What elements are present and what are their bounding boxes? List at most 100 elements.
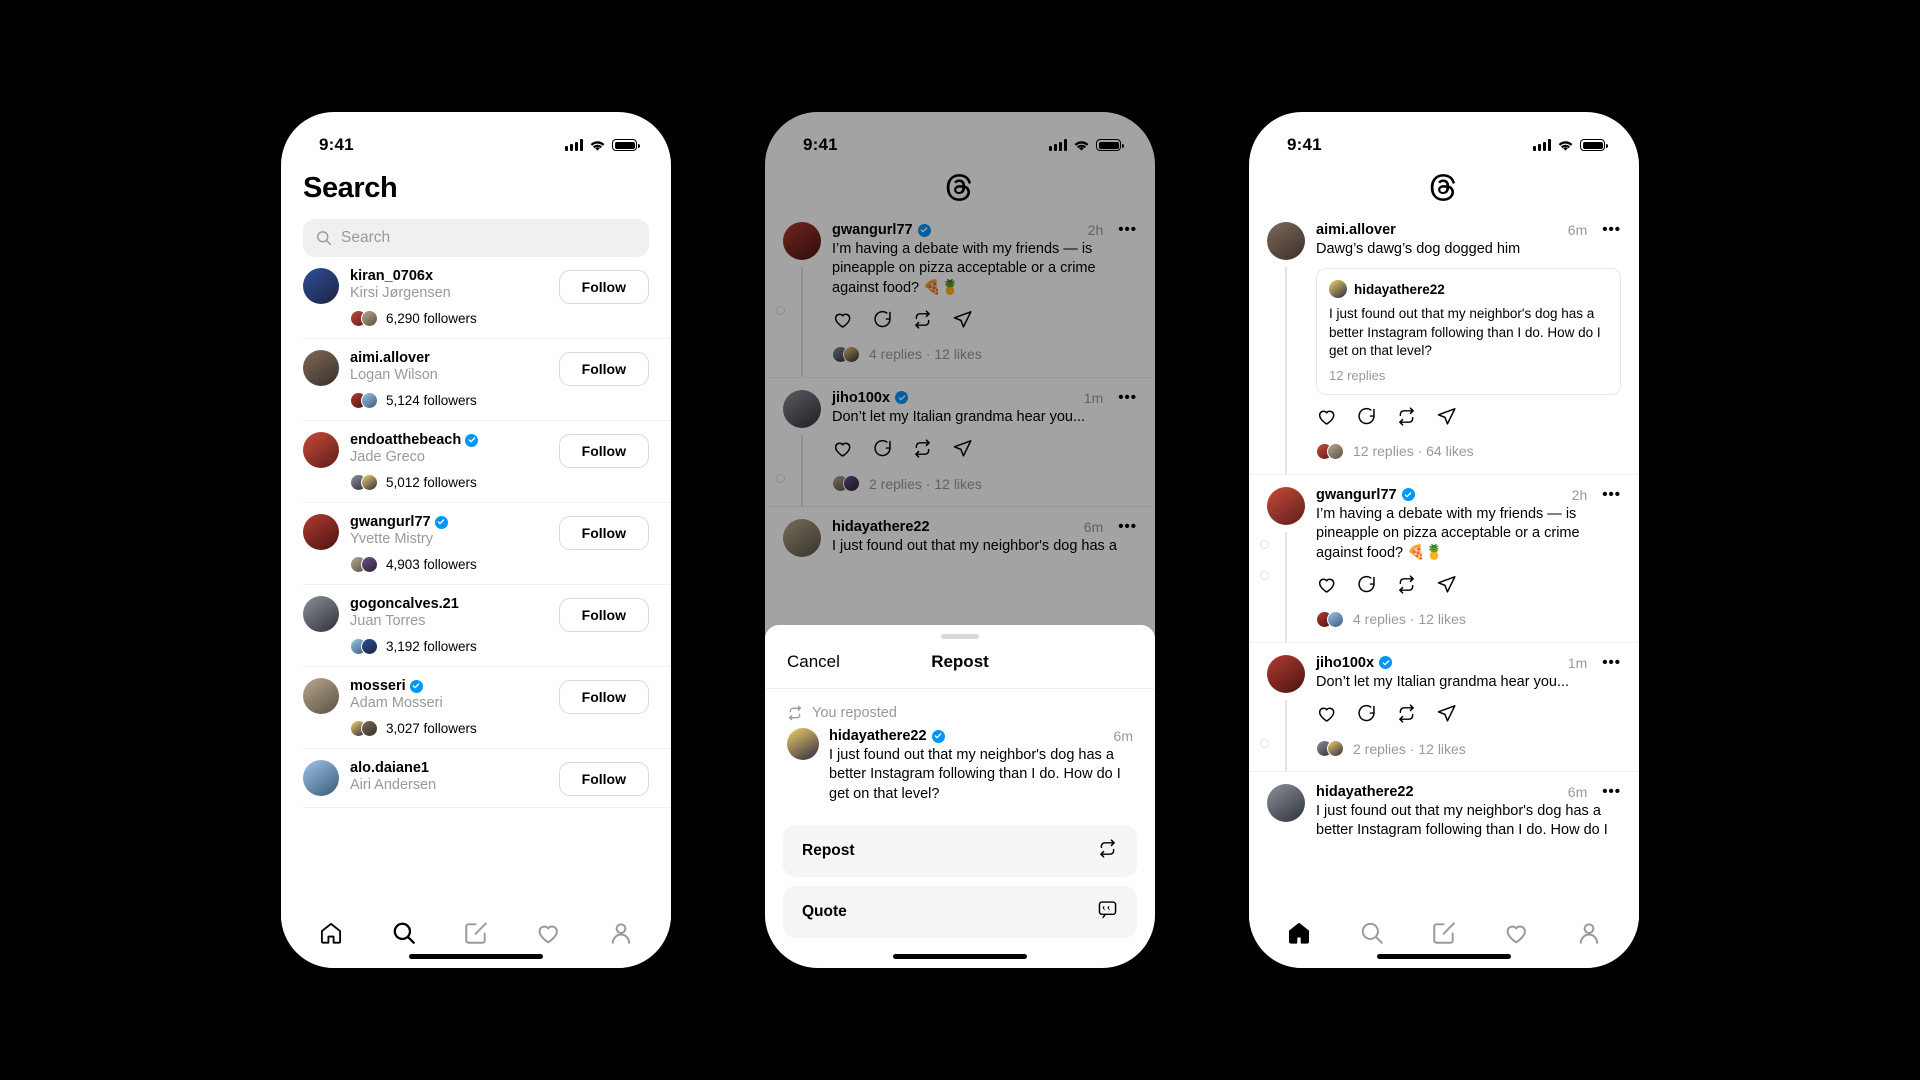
- post-username[interactable]: hidayathere22: [1316, 784, 1414, 800]
- avatar[interactable]: [303, 596, 339, 632]
- post-username[interactable]: jiho100x: [1316, 655, 1374, 671]
- avatar[interactable]: [1267, 486, 1305, 525]
- user-result-row[interactable]: mosseri Adam Mosseri 3,027 followers Fol…: [303, 667, 671, 749]
- search-icon[interactable]: [1359, 922, 1385, 950]
- share-icon[interactable]: [1436, 703, 1457, 729]
- feed-post[interactable]: jiho100x 1m ••• Don’t let my Italian gra…: [1249, 641, 1639, 772]
- feed-post[interactable]: aimi.allover 6m ••• Dawg’s dawg’s dog do…: [1249, 210, 1639, 549]
- like-icon[interactable]: [1316, 574, 1337, 600]
- like-icon[interactable]: [832, 438, 853, 464]
- user-username[interactable]: gogoncalves.21: [350, 596, 548, 612]
- post-username[interactable]: gwangurl77: [1316, 487, 1397, 503]
- sidebar-item-activity[interactable]: [1503, 920, 1529, 951]
- avatar[interactable]: [1267, 222, 1305, 260]
- avatar[interactable]: [303, 432, 339, 468]
- more-options-icon[interactable]: •••: [1108, 390, 1137, 405]
- sidebar-item-search[interactable]: [1359, 920, 1385, 951]
- post-actions[interactable]: [832, 438, 1137, 464]
- like-icon[interactable]: [832, 309, 853, 335]
- cancel-button[interactable]: Cancel: [787, 652, 840, 672]
- tab-bar[interactable]: [1249, 910, 1639, 968]
- follow-button[interactable]: Follow: [558, 434, 649, 468]
- sidebar-item-activity[interactable]: [535, 920, 561, 951]
- repost-icon[interactable]: [912, 309, 933, 335]
- quoted-post[interactable]: hidayathere22 I just found out that my n…: [1316, 268, 1621, 395]
- home-icon[interactable]: [318, 922, 344, 950]
- sidebar-item-compose[interactable]: [1431, 920, 1457, 951]
- user-results-list[interactable]: kiran_0706x Kirsi Jørgensen 6,290 follow…: [281, 257, 671, 910]
- user-result-row[interactable]: kiran_0706x Kirsi Jørgensen 6,290 follow…: [303, 257, 671, 339]
- post-meta[interactable]: 4 replies · 12 likes: [1316, 610, 1621, 639]
- more-options-icon[interactable]: •••: [1592, 655, 1621, 670]
- follow-button[interactable]: Follow: [558, 598, 649, 632]
- avatar[interactable]: [783, 222, 821, 260]
- post-username[interactable]: gwangurl77: [832, 222, 913, 238]
- more-options-icon[interactable]: •••: [1108, 519, 1137, 534]
- home-icon[interactable]: [1286, 922, 1312, 950]
- quoted-post-username[interactable]: hidayathere22: [1354, 282, 1445, 297]
- post-actions[interactable]: [1316, 703, 1621, 729]
- post-username[interactable]: hidayathere22: [829, 728, 927, 744]
- repost-sheet[interactable]: Cancel Repost You reposted hidayathere22: [765, 625, 1155, 968]
- heart-icon[interactable]: [1503, 925, 1529, 950]
- post-actions[interactable]: [1316, 574, 1621, 600]
- like-icon[interactable]: [1316, 406, 1337, 432]
- post-actions[interactable]: [832, 309, 1137, 335]
- share-icon[interactable]: [952, 438, 973, 464]
- avatar[interactable]: [1267, 784, 1305, 823]
- user-result-row[interactable]: alo.daiane1 Airi Andersen Follow: [303, 749, 671, 808]
- post-username[interactable]: aimi.allover: [1316, 222, 1396, 238]
- sidebar-item-search[interactable]: [391, 920, 417, 951]
- repost-icon[interactable]: [912, 438, 933, 464]
- quote-option-button[interactable]: Quote: [783, 886, 1137, 938]
- like-icon[interactable]: [1316, 703, 1337, 729]
- comment-icon[interactable]: [1356, 406, 1377, 432]
- more-options-icon[interactable]: •••: [1592, 487, 1621, 502]
- user-result-row[interactable]: aimi.allover Logan Wilson 5,124 follower…: [303, 339, 671, 421]
- post-meta[interactable]: 4 replies · 12 likes: [832, 345, 1137, 374]
- follow-button[interactable]: Follow: [558, 762, 649, 796]
- search-input[interactable]: Search: [303, 219, 649, 257]
- user-username[interactable]: gwangurl77: [350, 514, 548, 530]
- share-icon[interactable]: [952, 309, 973, 335]
- sidebar-item-profile[interactable]: [608, 920, 634, 951]
- sidebar-item-home[interactable]: [1286, 920, 1312, 951]
- avatar[interactable]: [303, 350, 339, 386]
- avatar[interactable]: [1267, 654, 1305, 693]
- user-result-row[interactable]: gwangurl77 Yvette Mistry 4,903 followers…: [303, 503, 671, 585]
- heart-icon[interactable]: [535, 925, 561, 950]
- feed-post[interactable]: gwangurl77 2h ••• I’m having a debate wi…: [765, 210, 1155, 377]
- user-username[interactable]: kiran_0706x: [350, 268, 548, 284]
- user-username[interactable]: mosseri: [350, 678, 548, 694]
- sheet-options[interactable]: Repost Quote: [765, 807, 1155, 938]
- follow-button[interactable]: Follow: [558, 680, 649, 714]
- comment-icon[interactable]: [872, 438, 893, 464]
- comment-icon[interactable]: [1356, 703, 1377, 729]
- compose-icon[interactable]: [1431, 921, 1457, 950]
- search-icon[interactable]: [391, 922, 417, 950]
- share-icon[interactable]: [1436, 406, 1457, 432]
- user-username[interactable]: endoatthebeach: [350, 432, 548, 448]
- avatar[interactable]: [303, 268, 339, 304]
- feed-post[interactable]: jiho100x 1m ••• Don’t let my Italian gra…: [765, 376, 1155, 507]
- user-username[interactable]: alo.daiane1: [350, 760, 548, 776]
- quoted-post-replies[interactable]: 12 replies: [1329, 368, 1608, 383]
- user-username[interactable]: aimi.allover: [350, 350, 548, 366]
- follow-button[interactable]: Follow: [558, 270, 649, 304]
- comment-icon[interactable]: [1356, 574, 1377, 600]
- sidebar-item-profile[interactable]: [1576, 920, 1602, 951]
- feed-post[interactable]: gwangurl77 2h ••• I’m having a debate wi…: [1249, 473, 1639, 642]
- more-options-icon[interactable]: •••: [1592, 784, 1621, 799]
- feed-list[interactable]: aimi.allover 6m ••• Dawg’s dawg’s dog do…: [1249, 210, 1639, 910]
- feed-post[interactable]: hidayathere22 6m ••• I just found out th…: [765, 506, 1155, 559]
- post-meta[interactable]: 2 replies · 12 likes: [1316, 740, 1621, 768]
- sidebar-item-compose[interactable]: [463, 920, 489, 951]
- avatar[interactable]: [303, 678, 339, 714]
- share-icon[interactable]: [1436, 574, 1457, 600]
- repost-icon[interactable]: [1396, 406, 1417, 432]
- repost-icon[interactable]: [1396, 703, 1417, 729]
- tab-bar[interactable]: [281, 910, 671, 968]
- avatar[interactable]: [783, 519, 821, 558]
- follow-button[interactable]: Follow: [558, 352, 649, 386]
- person-icon[interactable]: [1576, 922, 1602, 950]
